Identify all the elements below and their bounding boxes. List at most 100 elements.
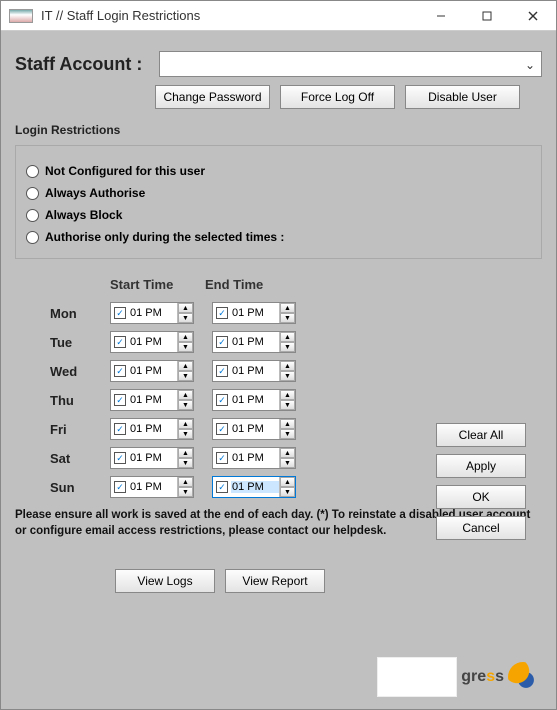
spin-down-icon[interactable]: ▼ <box>178 342 193 352</box>
end-time-input[interactable]: ✓01 PM▲▼ <box>212 331 296 353</box>
radio-authorise-times[interactable]: Authorise only during the selected times… <box>26 230 531 244</box>
checkbox-icon[interactable]: ✓ <box>216 365 228 377</box>
radio-not-configured[interactable]: Not Configured for this user <box>26 164 531 178</box>
restriction-mode-group: Not Configured for this user Always Auth… <box>15 145 542 259</box>
logo-text-highlight: s <box>486 668 495 685</box>
staff-account-combo[interactable]: ⌄ <box>159 51 542 77</box>
spinner[interactable]: ▲▼ <box>279 390 295 410</box>
spin-up-icon[interactable]: ▲ <box>178 477 193 487</box>
spin-up-icon[interactable]: ▲ <box>280 477 295 487</box>
spin-down-icon[interactable]: ▼ <box>178 400 193 410</box>
start-time-input[interactable]: ✓01 PM▲▼ <box>110 331 194 353</box>
end-time-input[interactable]: ✓01 PM▲▼ <box>212 389 296 411</box>
end-time-input[interactable]: ✓01 PM▲▼ <box>212 360 296 382</box>
spinner[interactable]: ▲▼ <box>177 303 193 323</box>
spin-down-icon[interactable]: ▼ <box>280 371 295 381</box>
logo-area: gress <box>377 657 538 697</box>
spin-up-icon[interactable]: ▲ <box>178 303 193 313</box>
start-time-input[interactable]: ✓01 PM▲▼ <box>110 418 194 440</box>
spinner[interactable]: ▲▼ <box>279 448 295 468</box>
force-logoff-button[interactable]: Force Log Off <box>280 85 395 109</box>
end-time-input[interactable]: ✓01 PM▲▼ <box>212 418 296 440</box>
maximize-button[interactable] <box>464 1 510 31</box>
spinner[interactable]: ▲▼ <box>279 303 295 323</box>
spinner[interactable]: ▲▼ <box>177 448 193 468</box>
end-time-input[interactable]: ✓01 PM▲▼ <box>212 302 296 324</box>
checkbox-icon[interactable]: ✓ <box>114 423 126 435</box>
view-report-button[interactable]: View Report <box>225 569 325 593</box>
radio-label: Not Configured for this user <box>45 164 205 178</box>
time-value: 01 PM <box>231 307 279 319</box>
day-row: Wed✓01 PM▲▼✓01 PM▲▼ <box>50 360 542 382</box>
spinner[interactable]: ▲▼ <box>177 332 193 352</box>
checkbox-icon[interactable]: ✓ <box>114 452 126 464</box>
spin-up-icon[interactable]: ▲ <box>280 448 295 458</box>
radio-icon <box>26 231 39 244</box>
view-logs-button[interactable]: View Logs <box>115 569 215 593</box>
radio-icon <box>26 209 39 222</box>
close-button[interactable] <box>510 1 556 31</box>
clear-all-button[interactable]: Clear All <box>436 423 526 447</box>
spin-down-icon[interactable]: ▼ <box>178 487 193 497</box>
spinner[interactable]: ▲▼ <box>177 419 193 439</box>
spinner[interactable]: ▲▼ <box>177 390 193 410</box>
spin-up-icon[interactable]: ▲ <box>280 419 295 429</box>
spin-down-icon[interactable]: ▼ <box>178 458 193 468</box>
spin-up-icon[interactable]: ▲ <box>178 448 193 458</box>
spin-down-icon[interactable]: ▼ <box>280 313 295 323</box>
start-time-input[interactable]: ✓01 PM▲▼ <box>110 389 194 411</box>
spinner[interactable]: ▲▼ <box>279 419 295 439</box>
spin-down-icon[interactable]: ▼ <box>178 429 193 439</box>
end-time-input[interactable]: ✓01 PM▲▼ <box>212 447 296 469</box>
apply-button[interactable]: Apply <box>436 454 526 478</box>
cancel-button[interactable]: Cancel <box>436 516 526 540</box>
day-label: Fri <box>50 422 110 437</box>
spin-up-icon[interactable]: ▲ <box>178 390 193 400</box>
checkbox-icon[interactable]: ✓ <box>216 423 228 435</box>
minimize-button[interactable] <box>418 1 464 31</box>
spin-up-icon[interactable]: ▲ <box>280 390 295 400</box>
end-time-input[interactable]: ✓01 PM▲▼ <box>212 476 296 498</box>
start-time-input[interactable]: ✓01 PM▲▼ <box>110 360 194 382</box>
time-value: 01 PM <box>129 365 177 377</box>
spinner[interactable]: ▲▼ <box>177 477 193 497</box>
spinner[interactable]: ▲▼ <box>279 332 295 352</box>
day-label: Sun <box>50 480 110 495</box>
change-password-button[interactable]: Change Password <box>155 85 270 109</box>
spin-up-icon[interactable]: ▲ <box>280 332 295 342</box>
checkbox-icon[interactable]: ✓ <box>114 365 126 377</box>
spin-down-icon[interactable]: ▼ <box>280 458 295 468</box>
radio-always-block[interactable]: Always Block <box>26 208 531 222</box>
start-time-input[interactable]: ✓01 PM▲▼ <box>110 302 194 324</box>
spin-down-icon[interactable]: ▼ <box>178 371 193 381</box>
checkbox-icon[interactable]: ✓ <box>216 307 228 319</box>
checkbox-icon[interactable]: ✓ <box>216 481 228 493</box>
spin-up-icon[interactable]: ▲ <box>178 419 193 429</box>
spin-down-icon[interactable]: ▼ <box>178 313 193 323</box>
checkbox-icon[interactable]: ✓ <box>114 481 126 493</box>
checkbox-icon[interactable]: ✓ <box>216 452 228 464</box>
start-time-input[interactable]: ✓01 PM▲▼ <box>110 447 194 469</box>
checkbox-icon[interactable]: ✓ <box>216 394 228 406</box>
radio-always-authorise[interactable]: Always Authorise <box>26 186 531 200</box>
spinner[interactable]: ▲▼ <box>279 361 295 381</box>
checkbox-icon[interactable]: ✓ <box>114 336 126 348</box>
spinner[interactable]: ▲▼ <box>177 361 193 381</box>
spin-up-icon[interactable]: ▲ <box>280 303 295 313</box>
spin-down-icon[interactable]: ▼ <box>280 342 295 352</box>
spin-down-icon[interactable]: ▼ <box>280 400 295 410</box>
spin-up-icon[interactable]: ▲ <box>280 361 295 371</box>
chevron-down-icon: ⌄ <box>525 58 535 72</box>
spin-down-icon[interactable]: ▼ <box>280 429 295 439</box>
checkbox-icon[interactable]: ✓ <box>114 394 126 406</box>
spinner[interactable]: ▲▼ <box>279 477 295 497</box>
checkbox-icon[interactable]: ✓ <box>114 307 126 319</box>
spin-down-icon[interactable]: ▼ <box>280 487 295 497</box>
spin-up-icon[interactable]: ▲ <box>178 332 193 342</box>
disable-user-button[interactable]: Disable User <box>405 85 520 109</box>
spin-up-icon[interactable]: ▲ <box>178 361 193 371</box>
ok-button[interactable]: OK <box>436 485 526 509</box>
checkbox-icon[interactable]: ✓ <box>216 336 228 348</box>
start-time-input[interactable]: ✓01 PM▲▼ <box>110 476 194 498</box>
radio-icon <box>26 187 39 200</box>
